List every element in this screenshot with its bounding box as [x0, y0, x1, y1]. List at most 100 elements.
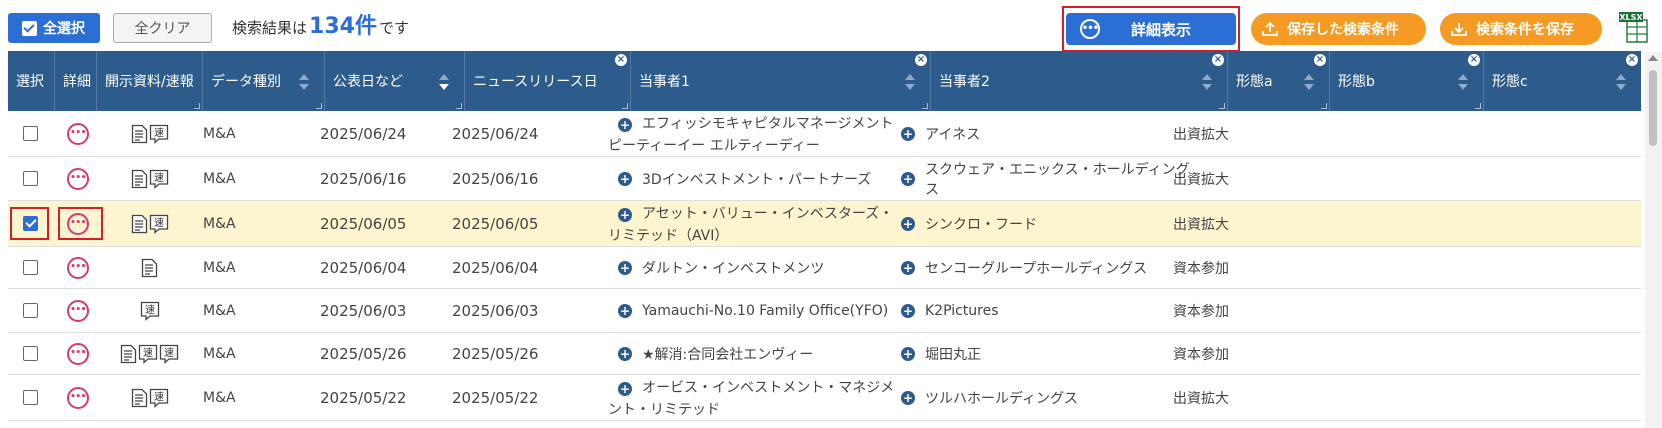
save-conditions-button[interactable]: 検索条件を保存: [1440, 13, 1602, 45]
party1-name[interactable]: 3Dインベストメント・パートナーズ: [642, 169, 871, 189]
party1-name[interactable]: ダルトン・インベストメンツ: [642, 258, 824, 278]
col-header-form-a[interactable]: 形態a ×: [1228, 51, 1330, 111]
scroll-thumb[interactable]: [1649, 70, 1657, 146]
col-header-announce-date[interactable]: 公表日など: [325, 51, 465, 111]
party2-name[interactable]: 堀田丸正: [925, 344, 981, 364]
row-detail-highlight: [58, 207, 103, 240]
close-icon[interactable]: ×: [915, 54, 927, 66]
docs-cell[interactable]: 速: [140, 301, 160, 321]
close-icon[interactable]: ×: [1468, 54, 1480, 66]
speed-badge-icon: 速: [149, 214, 168, 234]
party2-cell[interactable]: + ツルハホールディングス: [901, 375, 1201, 420]
plus-icon[interactable]: +: [901, 216, 915, 231]
data-type-cell: M&A: [203, 345, 236, 362]
party1-name[interactable]: ★解消:合同会社エンヴィー: [642, 344, 813, 364]
party1-name[interactable]: アセット・バリュー・インベスターズ・リミテッド（AVI）: [608, 206, 893, 244]
detail-more-icon[interactable]: •••: [67, 256, 89, 279]
clear-all-button[interactable]: 全クリア: [113, 13, 212, 43]
select-all-button[interactable]: 全選択: [8, 13, 100, 43]
plus-icon[interactable]: +: [618, 260, 632, 275]
party2-name[interactable]: アイネス: [925, 124, 980, 144]
plus-icon[interactable]: +: [618, 382, 632, 396]
party2-name[interactable]: スクウェア・エニックス・ホールディングス: [925, 159, 1201, 199]
party1-cell[interactable]: + オービス・インベストメント・マネジメント・リミテッド: [608, 378, 898, 421]
saved-conditions-button[interactable]: 保存した検索条件: [1251, 13, 1426, 45]
detail-more-icon[interactable]: •••: [67, 342, 89, 365]
announce-date-cell: 2025/05/26: [320, 344, 407, 363]
party1-cell[interactable]: + Yamauchi-No.10 Family Office(YFO): [618, 289, 918, 332]
col-header-release-date[interactable]: ニュースリリース日 ×: [465, 51, 631, 111]
detail-more-icon[interactable]: •••: [67, 167, 89, 190]
party1-cell[interactable]: + ★解消:合同会社エンヴィー: [618, 333, 918, 374]
close-icon[interactable]: ×: [1212, 54, 1224, 66]
party1-cell[interactable]: + アセット・バリュー・インベスターズ・リミテッド（AVI）: [608, 204, 898, 247]
plus-icon[interactable]: +: [618, 171, 632, 186]
plus-icon[interactable]: +: [618, 118, 632, 132]
party1-name[interactable]: オービス・インベストメント・マネジメント・リミテッド: [608, 380, 894, 418]
detail-more-icon[interactable]: •••: [67, 299, 89, 322]
detail-more-icon[interactable]: •••: [67, 122, 89, 145]
release-date-cell: 2025/05/22: [452, 388, 539, 407]
detail-more-icon[interactable]: •••: [67, 386, 89, 409]
detail-view-button[interactable]: ••• 詳細表示: [1066, 13, 1236, 45]
close-icon[interactable]: ×: [1626, 54, 1638, 66]
party1-name[interactable]: Yamauchi-No.10 Family Office(YFO): [642, 303, 888, 319]
detail-cell: •••: [8, 247, 97, 288]
close-icon[interactable]: ×: [615, 54, 627, 66]
result-summary: 検索結果は 134件 です: [232, 12, 409, 42]
speed-badge-icon: 速: [149, 388, 168, 408]
speed-badge-icon: 速: [159, 344, 179, 364]
party1-name[interactable]: エフィッシモキャピタルマネージメント ピーティーイー エルティーディー: [608, 116, 893, 154]
docs-cell[interactable]: 速速: [120, 344, 179, 364]
party2-name[interactable]: ツルハホールディングス: [925, 388, 1078, 408]
vertical-scrollbar[interactable]: [1645, 52, 1662, 428]
plus-icon[interactable]: +: [901, 260, 915, 275]
col-header-form-c[interactable]: 形態c ×: [1484, 51, 1641, 111]
speed-badge-icon: 速: [149, 124, 168, 144]
col-header-select: 選択: [8, 51, 55, 111]
table-row[interactable]: ••• 速速 M&A 2025/05/26 2025/05/26 + ★解消:合同会社エンヴ…: [8, 333, 1641, 375]
xlsx-export-icon[interactable]: XLSX: [1617, 10, 1653, 44]
docs-cell[interactable]: 速: [131, 169, 169, 189]
plus-icon[interactable]: +: [901, 303, 915, 318]
party2-cell[interactable]: + センコーグループホールディングス: [901, 247, 1201, 288]
party2-cell[interactable]: + スクウェア・エニックス・ホールディングス: [901, 157, 1201, 200]
checkbox-icon: [22, 20, 37, 36]
party1-cell[interactable]: + ダルトン・インベストメンツ: [618, 247, 918, 288]
plus-icon[interactable]: +: [901, 346, 915, 361]
document-icon: [131, 124, 147, 144]
party2-name[interactable]: シンクロ・フード: [925, 214, 1037, 234]
party2-name[interactable]: センコーグループホールディングス: [925, 258, 1147, 278]
party2-cell[interactable]: + 堀田丸正: [901, 333, 1201, 374]
table-row[interactable]: ••• 速 M&A 2025/05/22 2025/05/22 + オービス・インベストメン…: [8, 375, 1641, 421]
col-header-party2[interactable]: 当事者2 ×: [931, 51, 1228, 111]
party1-cell[interactable]: + エフィッシモキャピタルマネージメント ピーティーイー エルティーディー: [608, 114, 898, 157]
plus-icon[interactable]: +: [901, 126, 915, 141]
docs-cell[interactable]: 速: [131, 388, 169, 408]
table-row[interactable]: ••• 速 M&A 2025/06/16 2025/06/16 +3Dインベストメント・パ…: [8, 157, 1641, 201]
plus-icon[interactable]: +: [618, 208, 632, 222]
table-row[interactable]: ••• 速 M&A 2025/06/05 2025/06/05 + アセット・バリュー・イン…: [8, 201, 1641, 247]
table-row[interactable]: ••• 速 M&A 2025/06/03 2025/06/03 + Yamauchi-No.…: [8, 289, 1641, 333]
plus-icon[interactable]: +: [618, 346, 632, 361]
plus-icon[interactable]: +: [901, 390, 915, 405]
table-row[interactable]: ••• 速 M&A 2025/06/24 2025/06/24 + エフィッシモキャピタルマ…: [8, 111, 1641, 157]
party2-cell[interactable]: + アイネス: [901, 111, 1201, 156]
scroll-up-arrow-icon[interactable]: [1648, 55, 1658, 61]
table-row[interactable]: ••• M&A 2025/06/04 2025/06/04 + ダルトン・インベストメンツ…: [8, 247, 1641, 289]
party2-name[interactable]: K2Pictures: [925, 303, 999, 319]
party2-cell[interactable]: + K2Pictures: [901, 289, 1201, 332]
docs-cell[interactable]: [141, 258, 158, 278]
docs-cell[interactable]: 速: [131, 124, 169, 144]
col-header-data-type[interactable]: データ種別: [203, 51, 325, 111]
col-header-form-b[interactable]: 形態b ×: [1330, 51, 1484, 111]
col-header-party1[interactable]: 当事者1 ×: [631, 51, 931, 111]
close-icon[interactable]: ×: [1314, 54, 1326, 66]
docs-cell[interactable]: 速: [131, 214, 169, 234]
speed-badge-icon: 速: [138, 344, 158, 364]
party2-cell[interactable]: + シンクロ・フード: [901, 201, 1201, 246]
party1-cell[interactable]: +3Dインベストメント・パートナーズ: [618, 157, 918, 200]
release-date-cell: 2025/06/24: [452, 124, 539, 143]
plus-icon[interactable]: +: [618, 303, 632, 318]
plus-icon[interactable]: +: [901, 171, 915, 186]
